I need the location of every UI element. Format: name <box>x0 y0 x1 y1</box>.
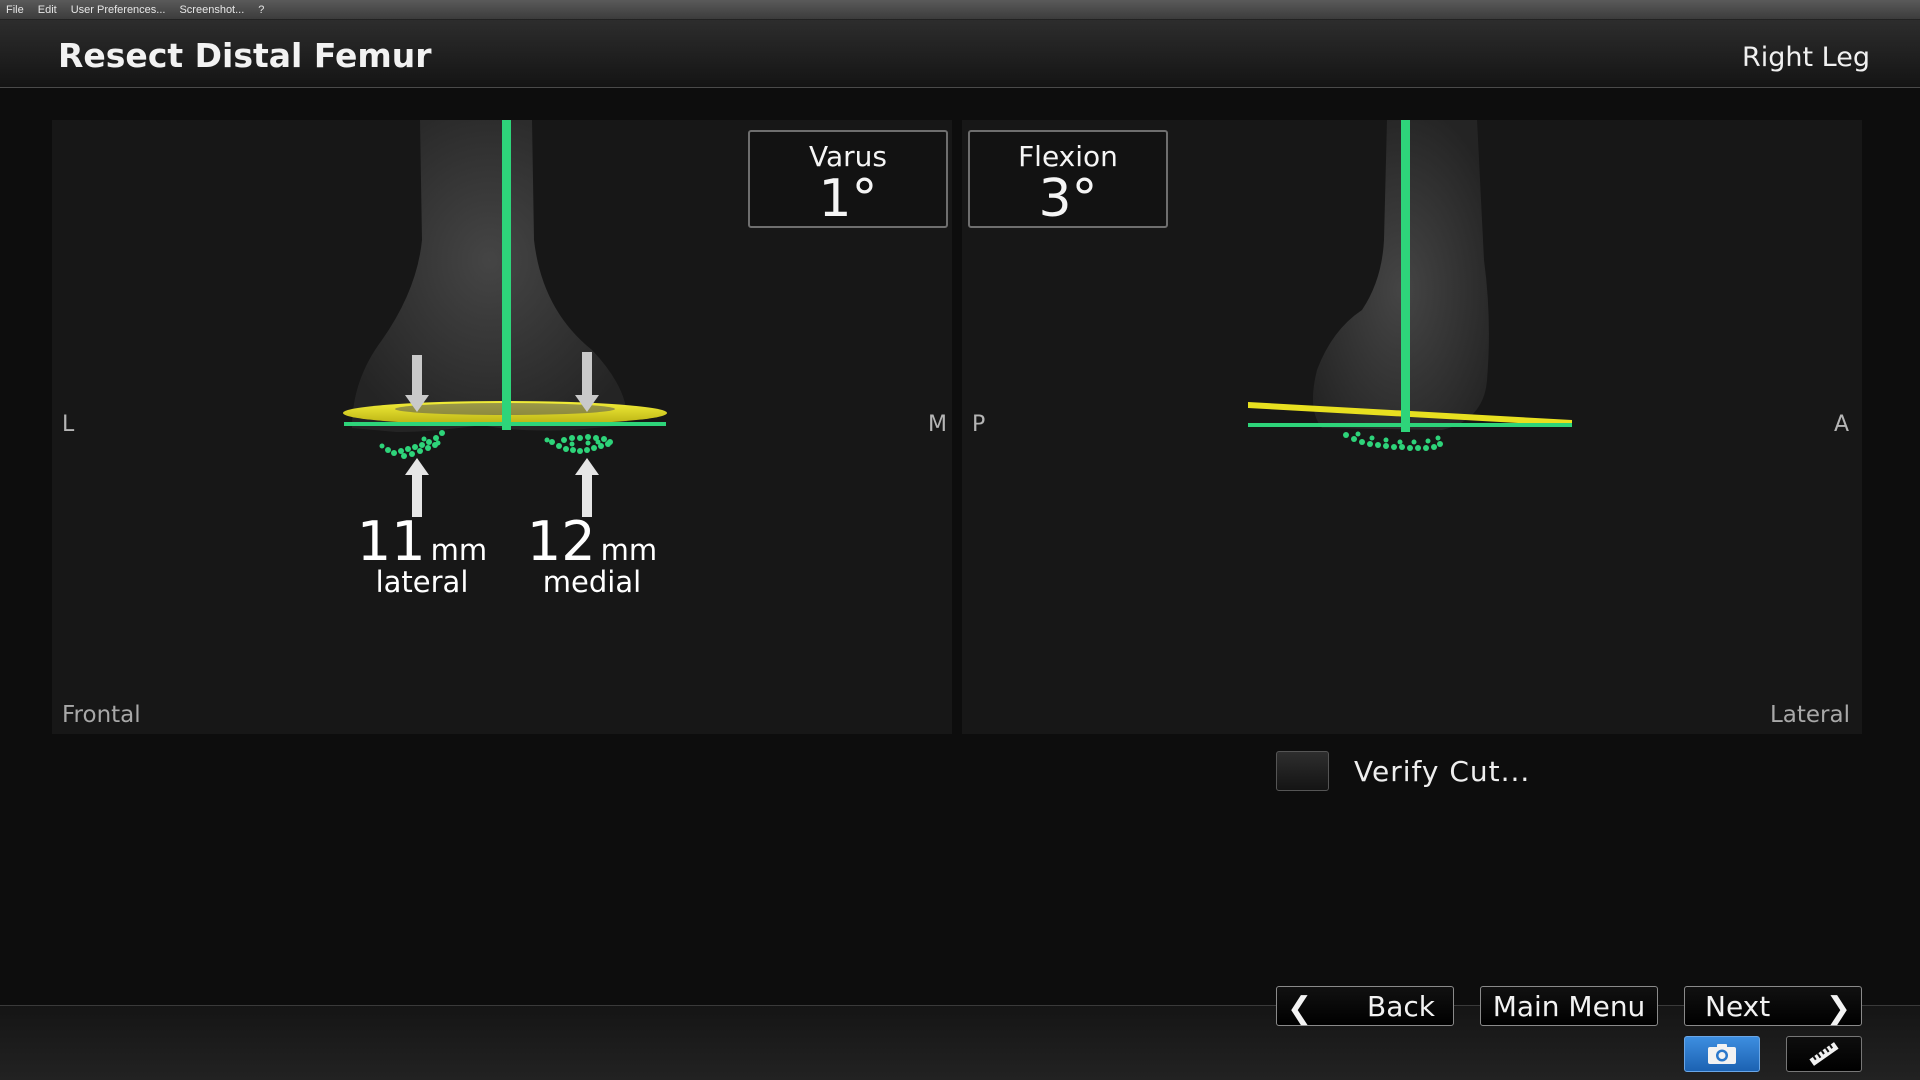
menu-user-preferences[interactable]: User Preferences... <box>71 4 166 16</box>
axis-label-m: M <box>928 412 947 437</box>
menu-bar: File Edit User Preferences... Screenshot… <box>0 0 1920 20</box>
medial-side-label: medial <box>542 565 642 599</box>
arrow-up-medial <box>575 458 599 517</box>
varus-value: 1° <box>818 169 878 229</box>
verify-cut-checkbox[interactable] <box>1276 751 1329 791</box>
next-button-label: Next <box>1705 989 1771 1023</box>
leg-indicator: Right Leg <box>1742 42 1870 73</box>
medial-unit: mm <box>600 533 658 567</box>
verify-cut-control[interactable]: Verify Cut... <box>1276 751 1530 791</box>
menu-file[interactable]: File <box>6 4 24 16</box>
camera-icon <box>1708 1044 1736 1064</box>
flexion-value: 3° <box>1038 169 1098 229</box>
arrow-up-lateral <box>405 458 429 517</box>
condyle-points-lateral <box>379 430 445 459</box>
chevron-right-icon: ❯ <box>1825 991 1851 1026</box>
flexion-angle-box: Flexion 3° <box>968 130 1168 228</box>
ruler-icon <box>1809 1042 1839 1066</box>
mechanical-axis-frontal <box>502 120 511 430</box>
camera-button[interactable] <box>1684 1036 1760 1072</box>
menu-screenshot[interactable]: Screenshot... <box>179 4 244 16</box>
menu-help[interactable]: ? <box>258 4 264 16</box>
axis-label-p: P <box>972 412 986 437</box>
mechanical-axis-lateral <box>1401 120 1410 432</box>
lateral-unit: mm <box>430 533 488 567</box>
verify-cut-label[interactable]: Verify Cut... <box>1354 755 1530 788</box>
main-menu-button-label: Main Menu <box>1492 989 1646 1023</box>
view-label-frontal: Frontal <box>62 702 141 728</box>
chevron-left-icon: ❮ <box>1287 991 1313 1026</box>
back-button-label: Back <box>1367 989 1435 1023</box>
next-button[interactable]: Next ❯ <box>1684 986 1862 1026</box>
main-menu-button[interactable]: Main Menu <box>1480 986 1658 1026</box>
condyle-points-medial <box>544 434 613 454</box>
medial-measurement: 12 mm medial <box>522 515 662 599</box>
header-bar: Resect Distal Femur Right Leg <box>0 20 1920 88</box>
femur-lateral-shape <box>1313 120 1489 430</box>
varus-angle-box: Varus 1° <box>748 130 948 228</box>
lateral-value: 11 <box>356 510 426 573</box>
condyle-points-sagittal <box>1343 431 1443 451</box>
axis-label-l: L <box>62 412 75 437</box>
ruler-button[interactable] <box>1786 1036 1862 1072</box>
axis-label-a: A <box>1834 412 1850 437</box>
back-button[interactable]: ❮ Back <box>1276 986 1454 1026</box>
menu-edit[interactable]: Edit <box>38 4 57 16</box>
view-label-lateral: Lateral <box>1769 702 1850 728</box>
lateral-measurement: 11 mm lateral <box>352 515 492 598</box>
medial-value: 12 <box>526 510 596 573</box>
page-title: Resect Distal Femur <box>58 36 432 75</box>
